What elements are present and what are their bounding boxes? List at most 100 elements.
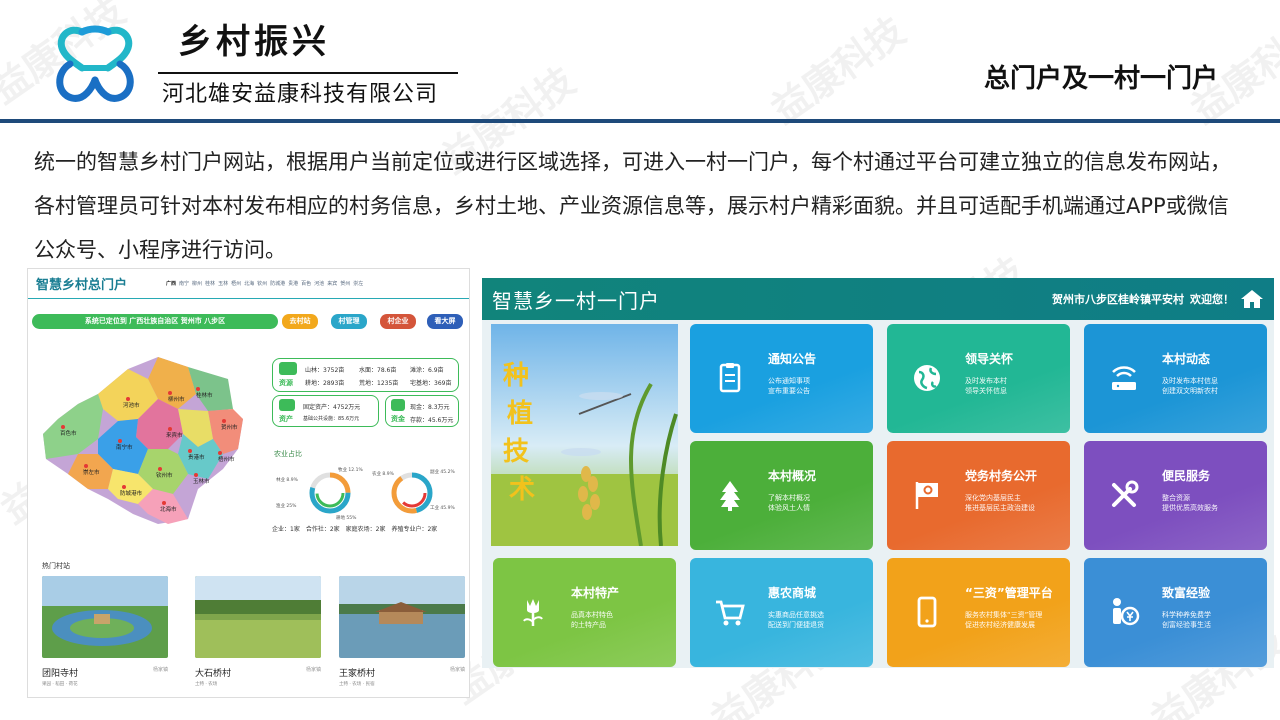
cart-icon <box>716 600 745 626</box>
tile-subtitle: 科学种养免费学 创富经验事生活 <box>1162 611 1211 629</box>
fund-row: 存款：45.6万元 <box>410 417 454 424</box>
guangxi-map[interactable]: 桂林市 柳州市 河池市 来宾市 贺州市 梧州市 百色市 南宁市 贵港市 崇左市 … <box>38 349 260 529</box>
village-meta: 土特 · 农场 <box>195 682 218 687</box>
village-portal-screenshot: 智慧乡一村一门户 贺州市八步区桂岭镇平安村 欢迎您！ 种 植 技 术 通知公告 … <box>482 278 1274 668</box>
map-label: 柳州市 <box>168 395 185 403</box>
map-label: 河池市 <box>123 401 140 409</box>
asset-row: 固定资产：4752万元 <box>303 404 361 411</box>
tile-subtitle: 深化党内基层民主 推进基层民主政治建设 <box>965 494 1035 512</box>
village-name: 团阳寺村 <box>42 669 79 679</box>
village-location: 贺州市八步区桂岭镇平安村 欢迎您！ <box>1052 289 1264 309</box>
tile-three-assets-platform[interactable]: “三资”管理平台 服务农村集体“三资”管理 促进农村经济健康发展 <box>887 558 1070 667</box>
nav-item[interactable]: 来宾 <box>327 280 337 287</box>
resource-card[interactable]: 资源 山林：3752亩 水面：78.6亩 滩涂：6.9亩 耕地：2893亩 荒地… <box>272 358 459 392</box>
nav-item[interactable]: 贵港 <box>288 280 298 287</box>
map-label: 桂林市 <box>196 391 213 399</box>
watermark: 益康科技 <box>763 8 913 132</box>
manage-village-button[interactable]: 村管理 <box>331 314 367 329</box>
divider <box>158 72 458 74</box>
nav-item[interactable]: 贺州 <box>340 280 350 287</box>
home-icon[interactable] <box>1240 289 1264 309</box>
donut-label: 渔业 25% <box>276 502 297 509</box>
map-label: 崇左市 <box>83 468 100 476</box>
tile-title: 便民服务 <box>1162 469 1211 483</box>
tree-icon <box>720 481 740 511</box>
nav-item[interactable]: 防城港 <box>270 280 285 287</box>
location-text: 贺州市八步区桂岭镇平安村 <box>1052 293 1184 306</box>
tile-party-affairs[interactable]: 党务村务公开 深化党内基层民主 推进基层民主政治建设 <box>887 441 1070 550</box>
asset-card[interactable]: 资产 固定资产：4752万元 基础公共设施：85.6万元 <box>272 395 379 427</box>
donut-label: 耕地 55% <box>336 514 357 521</box>
resource-icon <box>279 362 297 375</box>
asset-label: 资产 <box>279 415 293 423</box>
nav-item[interactable]: 百色 <box>301 280 311 287</box>
tile-farm-mall[interactable]: 惠农商城 实惠商品任意挑选 配送到门便捷退货 <box>690 558 873 667</box>
money-icon <box>1113 598 1140 626</box>
nav-item[interactable]: 河池 <box>314 280 324 287</box>
go-village-button[interactable]: 去村站 <box>282 314 318 329</box>
tile-village-overview[interactable]: 本村概况 了解本村概况 体验风土人情 <box>690 441 873 550</box>
nav-item[interactable]: 桂林 <box>205 280 215 287</box>
brand-title: 乡村振兴 <box>178 22 330 62</box>
resource-label: 资源 <box>279 379 293 387</box>
tile-title: 本村特产 <box>571 586 620 600</box>
agri-donut-charts: 牧业 12.1% 林业 8.9% 耕地 55% 渔业 25% 农业 8.9% 副… <box>276 466 455 521</box>
village-town: 杨家镇 <box>152 667 168 673</box>
village-photo <box>195 576 321 658</box>
village-card[interactable]: 团阳寺村 杨家镇 果园 · 稻田 · 荷花 <box>42 576 168 687</box>
resource-row: 水面：78.6亩 <box>359 367 397 374</box>
resource-row: 荒地：1235亩 <box>359 380 399 387</box>
nav-item[interactable]: 南宁 <box>179 280 189 287</box>
big-screen-button[interactable]: 看大屏 <box>427 314 463 329</box>
master-portal-screenshot: 智慧乡村总门户 广西 南宁 柳州 桂林 玉林 梧州 北海 钦州 防城港 贵港 百… <box>27 268 470 698</box>
map-label: 北海市 <box>160 505 177 513</box>
tile-convenience-service[interactable]: 便民服务 整合资源 提供优质高效服务 <box>1084 441 1267 550</box>
village-meta: 土特 · 农场 · 民宿 <box>339 682 375 687</box>
village-card[interactable]: 大石桥村 杨家镇 土特 · 农场 <box>195 576 321 687</box>
donut-label: 副业 45.2% <box>430 468 455 475</box>
tile-subtitle: 公布通知事项 宣布重要公告 <box>768 377 810 395</box>
nav-item[interactable]: 钦州 <box>257 280 267 287</box>
nav-item[interactable]: 梧州 <box>231 280 241 287</box>
master-portal-title: 智慧乡村总门户 <box>36 278 128 293</box>
tile-leadership-care[interactable]: 领导关怀 及时发布本村 领导关怀信息 <box>887 324 1070 433</box>
nav-item[interactable]: 柳州 <box>192 280 202 287</box>
village-card[interactable]: 王家桥村 杨家镇 土特 · 农场 · 民宿 <box>339 576 465 687</box>
welcome-text: 欢迎您！ <box>1190 293 1234 306</box>
donut-label: 农业 8.9% <box>372 470 395 477</box>
map-label: 钦州市 <box>156 471 173 479</box>
tile-subtitle: 实惠商品任意挑选 配送到门便捷退货 <box>768 611 824 629</box>
router-icon <box>1112 366 1136 390</box>
village-enterprise-button[interactable]: 村企业 <box>380 314 416 329</box>
nav-item[interactable]: 崇左 <box>353 280 363 287</box>
flag-icon <box>915 482 938 509</box>
tile-title: 致富经验 <box>1162 586 1211 600</box>
fund-row: 现金：8.3万元 <box>410 404 450 411</box>
tile-village-news[interactable]: 本村动态 及时发布本村信息 创建双文明新农村 <box>1084 324 1267 433</box>
resource-row: 山林：3752亩 <box>305 367 345 374</box>
tile-wealth-experience[interactable]: 致富经验 科学种养免费学 创富经验事生活 <box>1084 558 1267 667</box>
map-label: 贵港市 <box>188 453 205 461</box>
map-label: 贺州市 <box>221 423 238 431</box>
master-portal-header: 智慧乡村总门户 广西 南宁 柳州 桂林 玉林 梧州 北海 钦州 防城港 贵港 百… <box>28 269 469 299</box>
village-name: 王家桥村 <box>339 669 376 679</box>
fund-card[interactable]: 资金 现金：8.3万元 存款：45.6万元 <box>385 395 459 427</box>
enterprise-stats: 企业：1家 合作社：2家 家庭农场：2家 养殖专业户：2家 <box>272 526 438 533</box>
tile-subtitle: 品真本村特色 的土特产品 <box>571 611 613 629</box>
tile-title: “三资”管理平台 <box>965 586 1053 600</box>
tulip-icon <box>523 599 543 626</box>
tile-local-specialty[interactable]: 本村特产 品真本村特色 的土特产品 <box>493 558 676 667</box>
tile-notice[interactable]: 通知公告 公布通知事项 宣布重要公告 <box>690 324 873 433</box>
tile-subtitle: 了解本村概况 体验风土人情 <box>768 494 810 512</box>
agri-title: 农业占比 <box>274 450 302 458</box>
village-town: 杨家镇 <box>305 667 321 673</box>
tile-title: 党务村务公开 <box>965 469 1038 483</box>
planting-tech-banner[interactable]: 种 植 技 术 <box>491 324 678 546</box>
tile-subtitle: 及时发布本村信息 创建双文明新农村 <box>1162 377 1218 395</box>
map-label: 梧州市 <box>218 455 235 463</box>
nav-item[interactable]: 玉林 <box>218 280 228 287</box>
company-name: 河北雄安益康科技有限公司 <box>162 82 439 107</box>
nav-item[interactable]: 北海 <box>244 280 254 287</box>
tile-title: 本村概况 <box>768 469 817 483</box>
nav-item[interactable]: 广西 <box>166 280 176 287</box>
